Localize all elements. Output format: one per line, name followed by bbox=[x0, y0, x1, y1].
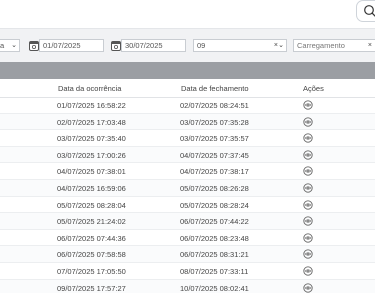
search-icon bbox=[364, 5, 375, 17]
eye-icon[interactable] bbox=[303, 116, 313, 127]
table-row: 07/07/2025 17:05:50 08/07/2025 07:33:11 bbox=[0, 263, 375, 280]
closing-date-cell: 04/07/2025 07:37:45 bbox=[180, 150, 249, 160]
eye-icon[interactable] bbox=[303, 150, 313, 160]
table-row: 06/07/2025 07:44:36 06/07/2025 08:23:48 bbox=[0, 230, 375, 247]
table-row: 05/07/2025 21:24:02 06/07/2025 07:44:22 bbox=[0, 213, 375, 230]
toolbar-band bbox=[0, 62, 375, 79]
table-row: 01/07/2025 16:58:22 02/07/2025 08:24:51 bbox=[0, 97, 375, 114]
eye-icon[interactable] bbox=[303, 199, 313, 210]
occurrence-date-cell: 02/07/2025 17:03:48 bbox=[57, 117, 126, 127]
header-closing-date[interactable]: Data de fechamento bbox=[181, 84, 249, 93]
closing-date-cell: 03/07/2025 07:35:57 bbox=[180, 134, 249, 144]
eye-icon[interactable] bbox=[303, 249, 313, 260]
table-row: 05/07/2025 08:28:04 05/07/2025 08:28:24 bbox=[0, 197, 375, 214]
eye-icon[interactable] bbox=[303, 100, 313, 110]
occurrence-date-cell: 04/07/2025 07:38:01 bbox=[57, 167, 126, 177]
eye-icon[interactable] bbox=[303, 183, 313, 193]
eye-icon[interactable] bbox=[303, 233, 313, 243]
occurrence-date-cell: 04/07/2025 16:59:06 bbox=[57, 184, 126, 193]
state-select-placeholder: Carregamento bbox=[297, 41, 345, 50]
occurrence-date-cell: 06/07/2025 07:58:58 bbox=[57, 250, 126, 260]
chevron-down-icon: ⌄ bbox=[11, 42, 17, 49]
eye-icon[interactable] bbox=[303, 282, 313, 293]
table-row: 02/07/2025 17:03:48 03/07/2025 07:35:28 bbox=[0, 113, 375, 131]
date-end-input[interactable]: 30/07/2025 bbox=[121, 39, 186, 52]
occurrence-date-cell: 03/07/2025 17:00:26 bbox=[57, 150, 126, 160]
closing-date-cell: 06/07/2025 08:23:48 bbox=[180, 233, 249, 243]
occurrence-date-cell: 05/07/2025 08:28:04 bbox=[57, 200, 126, 210]
date-end-value: 30/07/2025 bbox=[125, 41, 163, 50]
closing-date-cell: 08/07/2025 07:33:11 bbox=[180, 267, 249, 276]
eye-icon[interactable] bbox=[303, 166, 313, 177]
code-select[interactable]: 09 × ⌄ bbox=[193, 39, 287, 52]
closing-date-cell: 10/07/2025 08:02:41 bbox=[180, 283, 249, 293]
occurrence-date-cell: 06/07/2025 07:44:36 bbox=[57, 233, 126, 243]
status-select[interactable]: a ⌄ bbox=[0, 39, 20, 52]
page: a ⌄ 01/07/2025 30/07/2025 09 × ⌄ Carrega… bbox=[0, 0, 375, 293]
header-occurrence-date[interactable]: Data da ocorrência bbox=[58, 84, 121, 93]
chevron-down-icon: ⌄ bbox=[278, 42, 284, 49]
calendar-icon[interactable] bbox=[111, 40, 121, 51]
closing-date-cell: 05/07/2025 08:28:24 bbox=[180, 200, 249, 210]
closing-date-cell: 06/07/2025 08:31:21 bbox=[180, 250, 249, 260]
occurrence-date-cell: 03/07/2025 07:35:40 bbox=[57, 134, 126, 144]
table-row: 04/07/2025 07:38:01 04/07/2025 07:38:17 bbox=[0, 163, 375, 180]
closing-date-cell: 02/07/2025 08:24:51 bbox=[180, 101, 249, 110]
state-select[interactable]: Carregamento × bbox=[293, 39, 375, 52]
clear-icon[interactable]: × bbox=[368, 40, 372, 51]
table-row: 06/07/2025 07:58:58 06/07/2025 08:31:21 bbox=[0, 246, 375, 263]
search-button[interactable] bbox=[356, 0, 375, 22]
occurrence-date-cell: 07/07/2025 17:05:50 bbox=[57, 267, 126, 276]
closing-date-cell: 04/07/2025 07:38:17 bbox=[180, 167, 249, 177]
occurrence-date-cell: 09/07/2025 17:57:27 bbox=[57, 283, 126, 293]
top-bar bbox=[0, 0, 375, 26]
closing-date-cell: 05/07/2025 08:26:28 bbox=[180, 184, 249, 193]
date-start-input[interactable]: 01/07/2025 bbox=[39, 39, 104, 52]
status-select-value: a bbox=[0, 41, 5, 50]
table-row: 09/07/2025 17:57:27 10/07/2025 08:02:41 bbox=[0, 279, 375, 293]
code-select-value: 09 bbox=[197, 41, 206, 50]
header-actions: Ações bbox=[303, 84, 324, 93]
occurrence-date-cell: 05/07/2025 21:24:02 bbox=[57, 217, 126, 227]
filter-bar: a ⌄ 01/07/2025 30/07/2025 09 × ⌄ Carrega… bbox=[0, 28, 375, 63]
table-row: 03/07/2025 07:35:40 03/07/2025 07:35:57 bbox=[0, 130, 375, 147]
eye-icon[interactable] bbox=[303, 133, 313, 143]
eye-icon[interactable] bbox=[303, 216, 313, 226]
table-header: Data da ocorrência Data de fechamento Aç… bbox=[0, 81, 375, 98]
closing-date-cell: 06/07/2025 07:44:22 bbox=[180, 217, 249, 227]
date-start-value: 01/07/2025 bbox=[43, 41, 81, 50]
occurrence-date-cell: 01/07/2025 16:58:22 bbox=[57, 101, 126, 110]
calendar-icon[interactable] bbox=[29, 40, 39, 51]
table-row: 03/07/2025 17:00:26 04/07/2025 07:37:45 bbox=[0, 146, 375, 164]
table-row: 04/07/2025 16:59:06 05/07/2025 08:26:28 bbox=[0, 180, 375, 197]
closing-date-cell: 03/07/2025 07:35:28 bbox=[180, 117, 249, 127]
eye-icon[interactable] bbox=[303, 266, 313, 276]
